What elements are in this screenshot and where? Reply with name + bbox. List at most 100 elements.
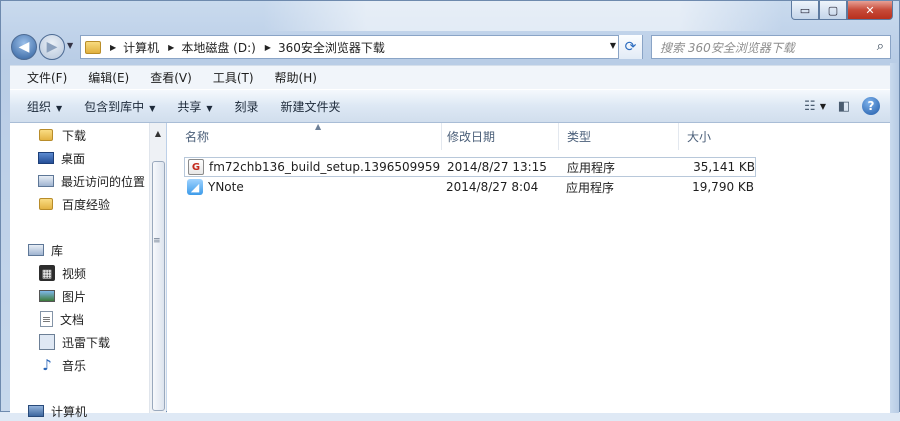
breadcrumb-computer[interactable]: 计算机 [123,39,159,56]
column-header-type[interactable]: 类型 [559,123,679,150]
menu-help[interactable]: 帮助(H) [264,69,327,86]
file-name-cell: G fm72chb136_build_setup.1396509959 [188,158,440,176]
sidebar-item-videos[interactable]: ▦ 视频 [39,263,86,283]
refresh-button[interactable]: ⟳ [618,35,642,59]
breadcrumb-separator-icon[interactable]: ▶ [265,43,271,52]
navigation-pane: 下载 桌面 最近访问的位置 百度经验 库 ▦ 视频 图片 ≡ 文档 迅雷下载 ♪ 音乐 [10,123,166,419]
sidebar-item-label: 文档 [60,312,85,327]
file-modified-date: 2014/8/27 13:15 [447,160,547,174]
share-label: 共享 [177,99,202,114]
recent-places-icon [38,175,54,187]
address-history-dropdown[interactable]: ▼ [610,41,616,50]
folder-icon [39,129,53,141]
sidebar-item-label: 迅雷下载 [62,335,111,350]
sidebar-item-label: 音乐 [62,358,87,373]
forward-arrow-icon: ▶ [46,39,58,55]
include-in-library-button[interactable]: 包含到库中 ▼ [75,98,168,115]
column-header-label: 名称 [185,130,210,144]
breadcrumb-separator-icon[interactable]: ▶ [168,43,174,52]
video-icon: ▦ [39,265,55,281]
window-right-border [890,63,899,413]
breadcrumb-current-folder[interactable]: 360安全浏览器下载 [278,39,385,56]
new-folder-button[interactable]: 新建文件夹 [272,98,354,115]
minimize-button[interactable]: ▭ [791,1,819,20]
sidebar-item-documents[interactable]: ≡ 文档 [40,309,84,329]
file-name: fm72chb136_build_setup.1396509959 [209,160,441,174]
change-view-icon[interactable]: ☷ [802,98,818,114]
libraries-icon [28,244,44,256]
sidebar-item-libraries[interactable]: 库 [28,240,63,260]
explorer-window: ▭ ▢ ✕ ◀ ▶ ▼ ▶ 计算机 ▶ 本地磁盘 (D:) ▶ 360安全浏览器… [0,0,900,419]
column-header-name[interactable]: 名称 ▲ [177,122,442,150]
computer-icon [28,405,44,417]
file-row[interactable]: ◢ YNote 2014/8/27 8:04 应用程序 19,790 KB [184,178,756,198]
file-modified-date: 2014/8/27 8:04 [446,180,539,194]
back-button[interactable]: ◀ [11,34,37,60]
search-input[interactable]: 搜索 360安全浏览器下载 ⌕ [651,35,891,59]
recent-pages-dropdown[interactable]: ▼ [67,41,73,50]
navigation-pane-scrollbar[interactable]: ▲ ≡ [149,123,166,413]
window-controls: ▭ ▢ ✕ [791,1,893,20]
include-in-library-label: 包含到库中 [84,99,145,114]
column-header-label: 大小 [687,130,712,144]
menu-edit[interactable]: 编辑(E) [77,69,139,86]
burn-button[interactable]: 刻录 [226,98,272,115]
scrollbar-thumb[interactable] [152,161,165,411]
sidebar-item-baidu-experience[interactable]: 百度经验 [39,194,110,214]
sidebar-item-pictures[interactable]: 图片 [39,286,86,306]
scroll-up-icon[interactable]: ▲ [150,125,166,141]
sidebar-item-label: 桌面 [61,151,86,166]
music-icon: ♪ [42,356,52,374]
forward-button[interactable]: ▶ [39,34,65,60]
sidebar-item-label: 计算机 [51,404,88,419]
scrollbar-grip-icon: ≡ [153,236,161,246]
sidebar-item-downloads[interactable]: 下载 [39,125,86,145]
sidebar-item-label: 图片 [62,289,87,304]
preview-pane-icon[interactable]: ◧ [836,98,852,114]
close-button[interactable]: ✕ [847,1,893,20]
sidebar-item-thunder-downloads[interactable]: 迅雷下载 [39,332,110,352]
menu-file[interactable]: 文件(F) [16,69,77,86]
chevron-down-icon: ▼ [206,103,213,113]
maximize-button[interactable]: ▢ [819,1,847,20]
sidebar-item-label: 下载 [62,128,87,143]
pictures-icon [39,290,55,302]
sidebar-item-desktop[interactable]: 桌面 [38,148,85,168]
file-type: 应用程序 [567,160,616,175]
organize-label: 组织 [27,99,52,114]
refresh-icon: ⟳ [624,39,637,55]
breadcrumb-local-disk[interactable]: 本地磁盘 (D:) [181,39,255,56]
file-row[interactable]: G fm72chb136_build_setup.1396509959 2014… [184,157,756,177]
menu-view[interactable]: 查看(V) [139,69,202,86]
file-size: 19,790 KB [692,180,754,194]
column-header-date-modified[interactable]: 修改日期 [439,123,559,150]
file-list-pane: 名称 ▲ 修改日期 类型 大小 G fm72chb136_build_setup… [167,122,892,413]
file-name: YNote [208,180,244,194]
folder-icon [85,40,101,54]
menu-bar: 文件(F) 编辑(E) 查看(V) 工具(T) 帮助(H) [10,65,892,89]
sidebar-item-music[interactable]: ♪ 音乐 [39,355,86,375]
column-header-size[interactable]: 大小 [679,123,759,150]
share-button[interactable]: 共享 ▼ [168,98,225,115]
sidebar-item-computer[interactable]: 计算机 [28,401,87,421]
sidebar-item-recent-places[interactable]: 最近访问的位置 [38,171,145,191]
file-type: 应用程序 [566,180,615,195]
search-placeholder: 搜索 360安全浏览器下载 [660,40,795,55]
sidebar-item-label: 最近访问的位置 [61,174,146,189]
column-header-label: 修改日期 [447,130,496,144]
command-bar: 组织 ▼ 包含到库中 ▼ 共享 ▼ 刻录 新建文件夹 ☷ ▼ ◧ ? [10,89,892,123]
desktop-icon [38,152,54,164]
title-bar-glow [263,1,783,31]
breadcrumb-separator-icon[interactable]: ▶ [110,43,116,52]
title-bar[interactable]: ▭ ▢ ✕ [1,1,899,31]
view-controls: ☷ ▼ ◧ ? [802,97,880,115]
chevron-down-icon: ▼ [149,103,156,113]
search-icon[interactable]: ⌕ [877,39,884,54]
setup-app-icon: G [188,159,204,175]
organize-button[interactable]: 组织 ▼ [18,98,75,115]
view-options-dropdown[interactable]: ▼ [820,102,826,111]
menu-tools[interactable]: 工具(T) [202,69,264,86]
sort-ascending-icon: ▲ [315,122,322,131]
help-icon[interactable]: ? [862,97,880,115]
address-bar[interactable]: ▶ 计算机 ▶ 本地磁盘 (D:) ▶ 360安全浏览器下载 ▼ ⟳ [80,35,643,59]
